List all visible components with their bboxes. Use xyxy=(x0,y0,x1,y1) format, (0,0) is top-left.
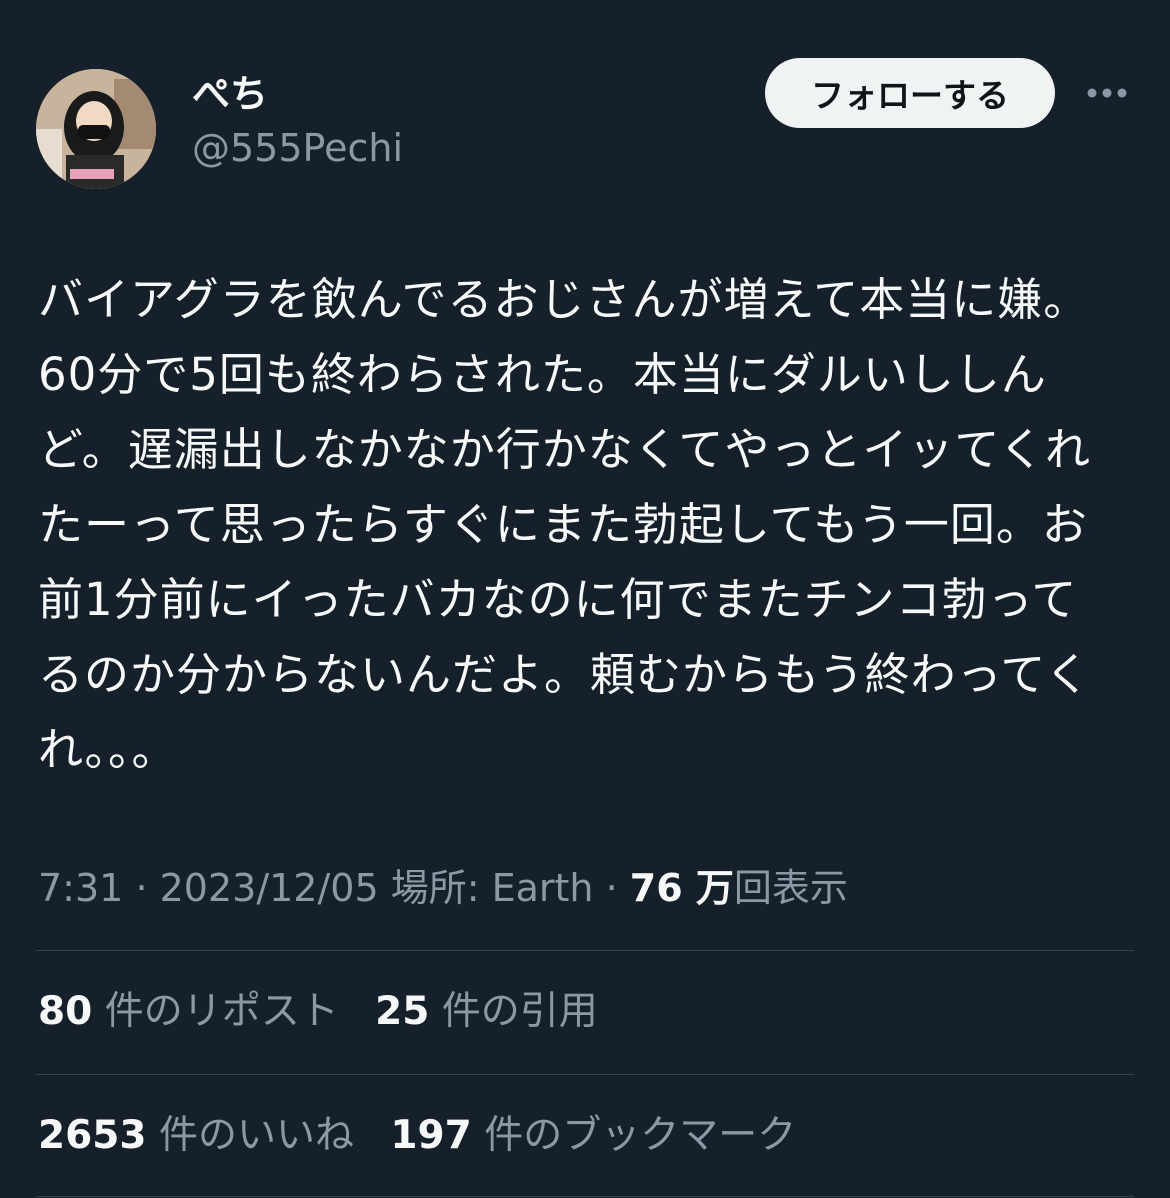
avatar-image xyxy=(36,69,156,189)
reposts-count: 80 xyxy=(38,989,93,1034)
tweet-meta: 7:31 · 2023/12/05 場所: Earth · 76 万回表示 xyxy=(38,862,848,914)
tweet-header: ぺち @555Pechi フォローする xyxy=(36,56,1136,189)
divider xyxy=(36,950,1134,951)
likes-count: 2653 xyxy=(38,1113,147,1158)
quotes-stat[interactable]: 25 件の引用 xyxy=(375,989,598,1034)
bookmarks-label: 件のブックマーク xyxy=(484,1113,797,1158)
reposts-label: 件のリポスト xyxy=(104,989,339,1034)
views-count: 76 万 xyxy=(629,866,734,910)
user-handle[interactable]: @555Pechi xyxy=(192,124,403,172)
tweet-location: 場所: Earth xyxy=(390,866,594,910)
more-horizontal-icon xyxy=(1087,88,1127,98)
divider xyxy=(36,1196,1134,1197)
stats-row-reposts: 80 件のリポスト 25 件の引用 xyxy=(38,986,622,1038)
tweet-time[interactable]: 7:31 xyxy=(38,866,123,910)
bookmarks-count: 197 xyxy=(390,1113,472,1158)
quotes-label: 件の引用 xyxy=(441,989,598,1034)
display-name[interactable]: ぺち xyxy=(192,70,268,118)
divider xyxy=(36,1074,1134,1075)
tweet-text: バイアグラを飲んでるおじさんが増えて本当に嫌。 60分で5回も終わらされた。本当… xyxy=(38,273,1092,776)
reposts-stat[interactable]: 80 件のリポスト xyxy=(38,989,339,1034)
meta-separator: · xyxy=(135,866,160,910)
follow-button[interactable]: フォローする xyxy=(765,58,1055,128)
avatar[interactable] xyxy=(36,69,156,189)
tweet-date[interactable]: 2023/12/05 xyxy=(160,866,379,910)
likes-stat[interactable]: 2653 件のいいね xyxy=(38,1113,354,1158)
stats-row-likes: 2653 件のいいね 197 件のブックマーク xyxy=(38,1110,820,1162)
likes-label: 件のいいね xyxy=(158,1113,354,1158)
more-options-button[interactable] xyxy=(1084,76,1130,110)
bookmarks-stat[interactable]: 197 件のブックマーク xyxy=(390,1113,796,1158)
views-label: 回表示 xyxy=(733,866,848,910)
quotes-count: 25 xyxy=(375,989,430,1034)
meta-separator: · xyxy=(605,866,630,910)
